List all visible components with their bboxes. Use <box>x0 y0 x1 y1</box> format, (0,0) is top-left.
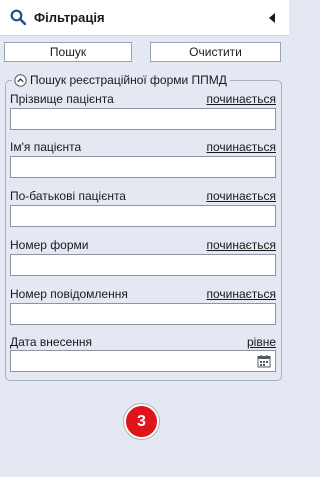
form-number-input[interactable] <box>10 254 276 276</box>
search-button[interactable]: Пошук <box>4 42 132 62</box>
message-number-input[interactable] <box>10 303 276 325</box>
message-number-mode-link[interactable]: починається <box>206 287 276 301</box>
panel-title: Фільтрація <box>34 10 105 25</box>
form-number-label: Номер форми <box>10 238 89 252</box>
entry-date-input[interactable] <box>10 350 276 372</box>
patronymic-mode-link[interactable]: починається <box>206 189 276 203</box>
filter-header: Фільтрація <box>0 0 289 36</box>
step-number-badge: 3 <box>124 404 159 439</box>
chevron-up-circle-icon[interactable] <box>14 73 27 87</box>
form-number-mode-link[interactable]: починається <box>206 238 276 252</box>
first-name-label: Ім'я пацієнта <box>10 140 82 154</box>
message-number-label: Номер повідомлення <box>10 287 128 301</box>
surname-input[interactable] <box>10 108 276 130</box>
entry-date-mode-link[interactable]: рівне <box>247 335 276 349</box>
patronymic-input[interactable] <box>10 205 276 227</box>
clear-button[interactable]: Очистити <box>150 42 281 62</box>
search-icon <box>10 9 26 25</box>
group-legend[interactable]: Пошук реєстраційної форми ППМД <box>12 71 230 89</box>
surname-label: Прізвище пацієнта <box>10 92 114 106</box>
entry-date-label: Дата внесення <box>10 335 93 349</box>
first-name-input[interactable] <box>10 156 276 178</box>
surname-mode-link[interactable]: починається <box>206 92 276 106</box>
collapse-panel-icon[interactable] <box>268 13 276 23</box>
group-legend-label: Пошук реєстраційної форми ППМД <box>30 73 227 87</box>
calendar-icon[interactable] <box>257 354 271 368</box>
filter-panel: Фільтрація Пошук Очистити Пошук реєстрац… <box>0 0 289 477</box>
patronymic-label: По-батькові пацієнта <box>10 189 126 203</box>
first-name-mode-link[interactable]: починається <box>206 140 276 154</box>
